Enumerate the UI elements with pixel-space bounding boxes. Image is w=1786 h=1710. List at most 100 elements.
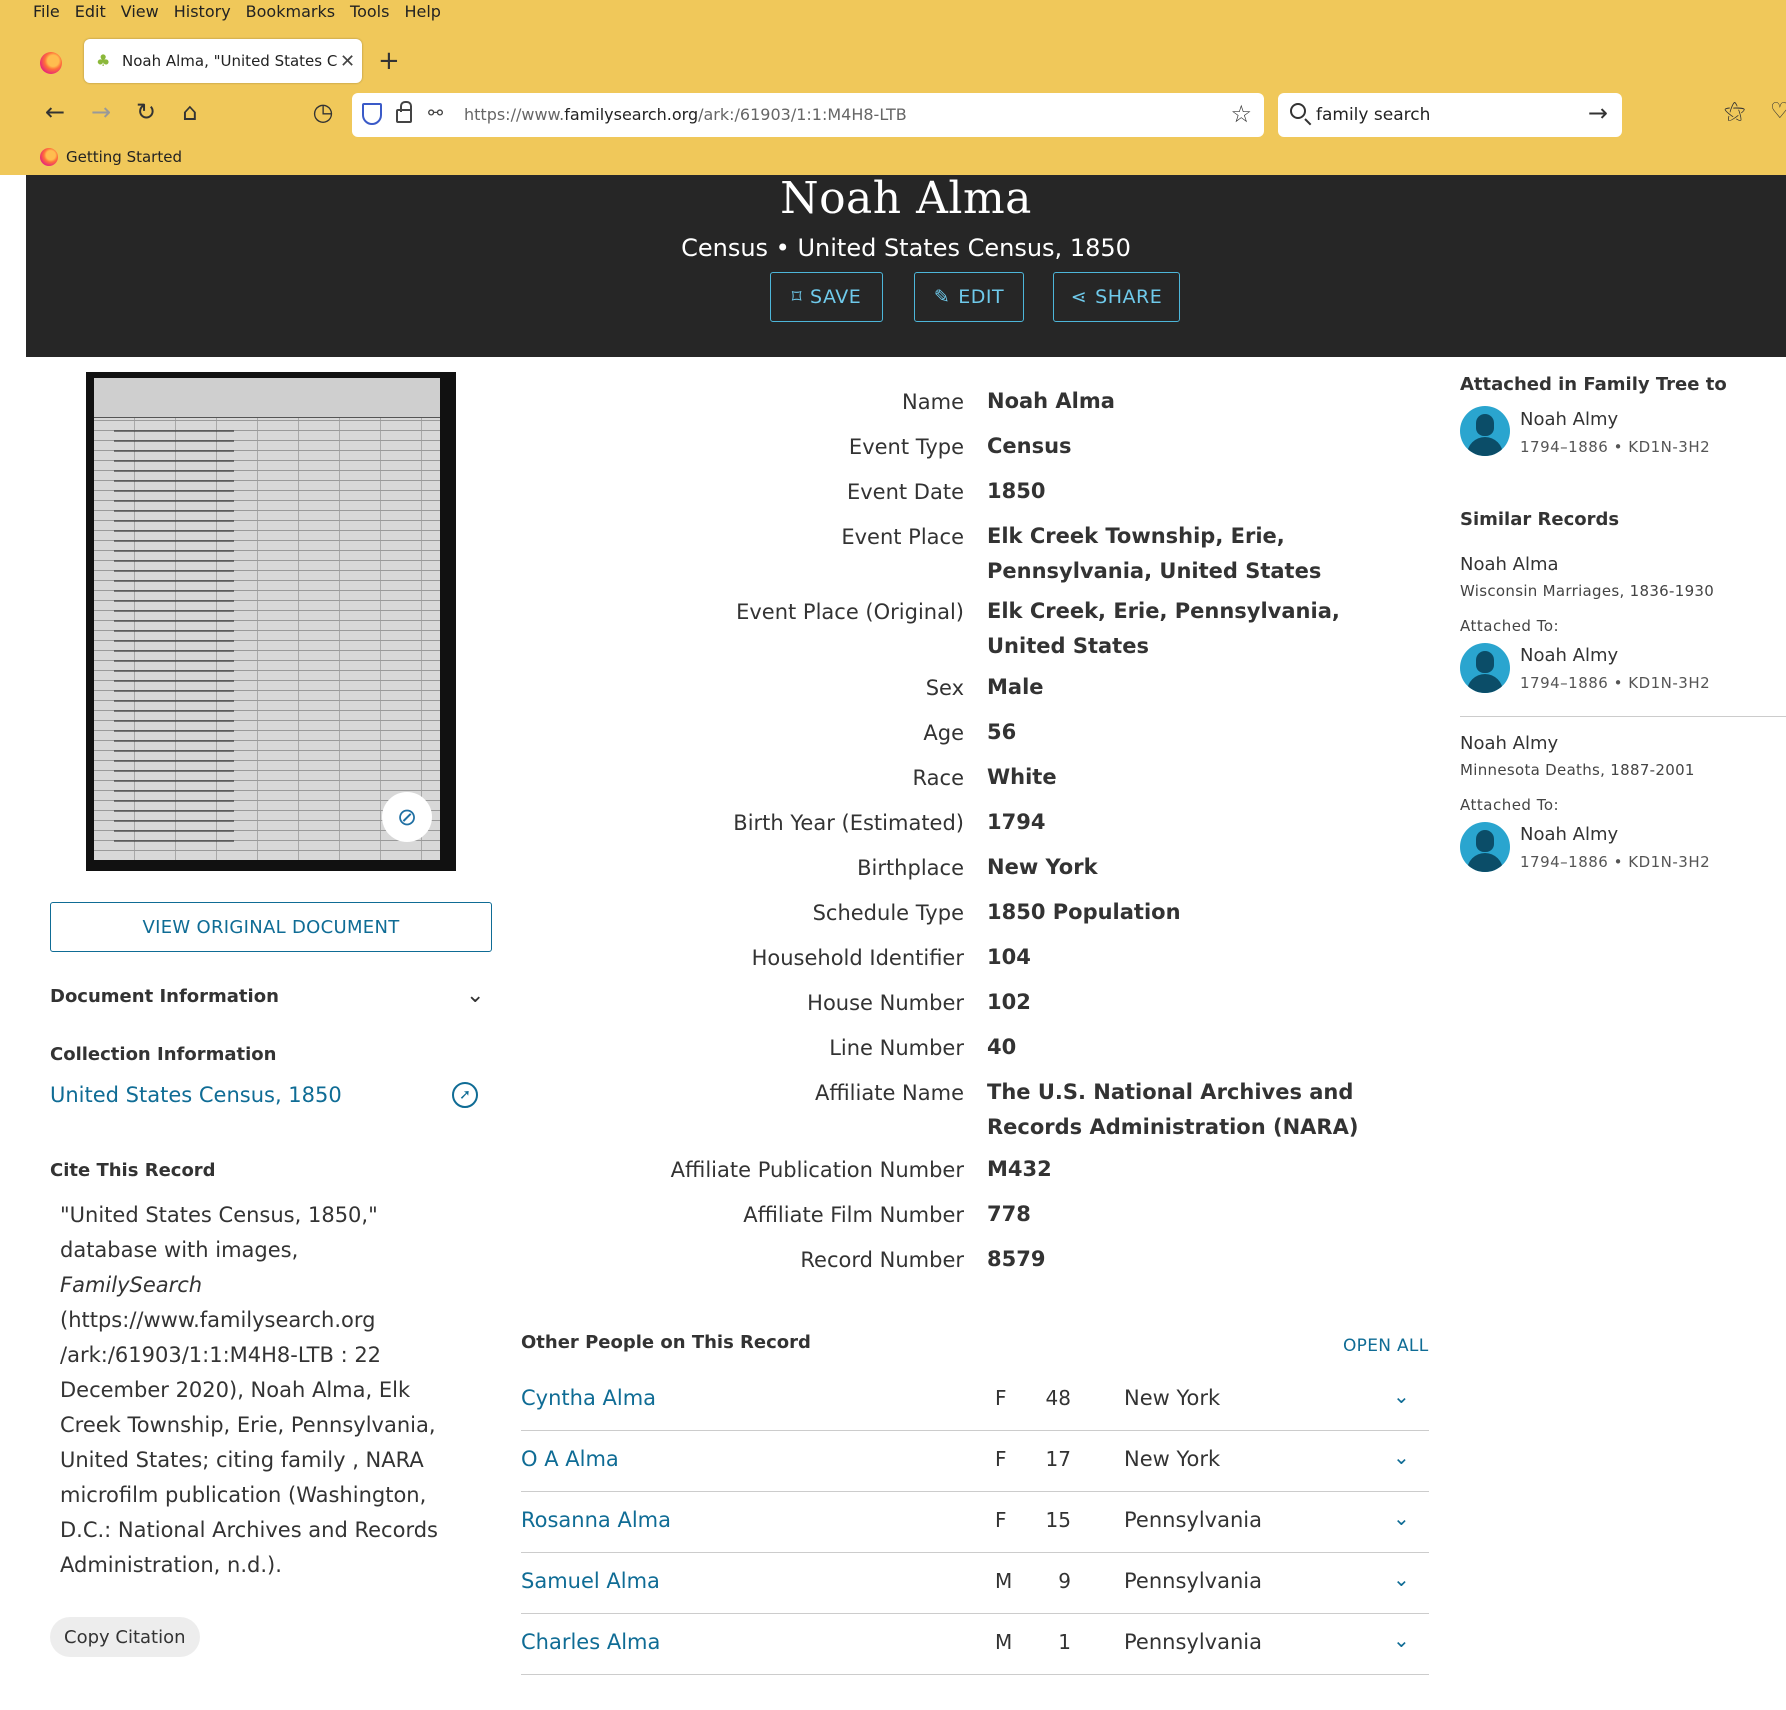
avatar-head (1476, 830, 1494, 852)
fact-label: Affiliate Name (815, 1081, 964, 1105)
person-link[interactable]: Charles Alma (521, 1630, 660, 1654)
image-restriction-icon[interactable]: ⊘ (382, 792, 432, 842)
fact-label: Event Date (846, 480, 964, 504)
attached-in-tree-heading: Attached in Family Tree to (1460, 374, 1727, 395)
person-age: 9 (1058, 1569, 1071, 1593)
new-tab-button[interactable]: + (378, 46, 400, 76)
lock-icon[interactable] (396, 101, 412, 123)
person-sex: M (995, 1569, 1013, 1593)
menu-history[interactable]: History (174, 2, 231, 24)
extensions-icon[interactable]: ⚝ (1724, 99, 1745, 124)
pocket-icon[interactable]: ♡ (1770, 99, 1786, 124)
cite-heading: Cite This Record (50, 1160, 216, 1181)
fact-label: Birth Year (Estimated) (733, 811, 964, 835)
save-button[interactable]: ⌑ SAVE (770, 272, 883, 322)
person-birthplace: Pennsylvania (1124, 1569, 1262, 1593)
citation-part-1: "United States Census, 1850," database w… (60, 1203, 378, 1262)
person-link[interactable]: Cyntha Alma (521, 1386, 656, 1410)
tracking-shield-icon[interactable] (362, 103, 382, 125)
chevron-down-icon[interactable]: ⌄ (1393, 1384, 1410, 1408)
person-avatar[interactable] (1460, 643, 1510, 693)
avatar-head (1476, 651, 1494, 673)
search-go-icon[interactable]: → (1588, 99, 1608, 127)
person-avatar[interactable] (1460, 406, 1510, 456)
home-icon[interactable]: ⌂ (175, 98, 205, 126)
chevron-down-icon[interactable]: ⌄ (1393, 1445, 1410, 1469)
person-avatar[interactable] (1460, 822, 1510, 872)
fact-value: Census (987, 434, 1072, 458)
document-information-heading[interactable]: Document Information (50, 986, 279, 1007)
open-all-button[interactable]: OPEN ALL (1343, 1336, 1428, 1356)
fact-label: Affiliate Film Number (743, 1203, 964, 1227)
fact-label: Schedule Type (812, 901, 964, 925)
compass-icon[interactable]: ➚ (452, 1082, 478, 1108)
copy-citation-button[interactable]: Copy Citation (50, 1617, 200, 1657)
back-icon[interactable]: ← (40, 98, 70, 126)
firefox-icon[interactable] (40, 52, 62, 74)
similar-record-name[interactable]: Noah Almy (1460, 733, 1558, 754)
permissions-icon[interactable]: ⚯ (428, 103, 443, 124)
person-sex: M (995, 1630, 1013, 1654)
menu-tools[interactable]: Tools (350, 2, 389, 24)
url-text: https://www.familysearch.org/ark:/61903/… (464, 105, 907, 124)
person-link[interactable]: O A Alma (521, 1447, 619, 1471)
menu-help[interactable]: Help (404, 2, 440, 24)
person-link[interactable]: Rosanna Alma (521, 1508, 671, 1532)
record-actions: ⌑ SAVE ✎ EDIT ⋖ SHARE (26, 272, 1786, 324)
active-tab[interactable]: ♣ Noah Alma, "United States Cens ✕ (84, 39, 362, 83)
person-link[interactable]: Samuel Alma (521, 1569, 660, 1593)
edit-button[interactable]: ✎ EDIT (914, 272, 1024, 322)
bookmark-star-icon[interactable]: ☆ (1230, 100, 1252, 128)
similar-record-name[interactable]: Noah Alma (1460, 554, 1559, 575)
attached-person-name[interactable]: Noah Almy (1520, 409, 1618, 430)
view-original-document-button[interactable]: VIEW ORIGINAL DOCUMENT (50, 902, 492, 952)
person-row[interactable]: Rosanna Alma F 15 Pennsylvania ⌄ (521, 1492, 1429, 1553)
person-birthplace: Pennsylvania (1124, 1508, 1262, 1532)
attached-person-meta: 1794–1886 • KD1N-3H2 (1520, 438, 1711, 456)
fact-value: Noah Alma (987, 389, 1115, 413)
other-people-heading: Other People on This Record (521, 1332, 811, 1353)
fact-value: White (987, 765, 1057, 789)
person-row[interactable]: Charles Alma M 1 Pennsylvania ⌄ (521, 1614, 1429, 1675)
bookmark-getting-started[interactable]: Getting Started (66, 148, 182, 166)
search-input[interactable]: family search (1316, 105, 1430, 125)
navigation-toolbar: ← → ↻ ⌂ ◷ ⚯ https://www.familysearch.org… (0, 92, 1786, 140)
menu-edit[interactable]: Edit (75, 2, 106, 24)
citation-italic: FamilySearch (60, 1273, 203, 1297)
chevron-down-icon[interactable]: ⌄ (1393, 1506, 1410, 1530)
fact-label: Event Type (848, 435, 964, 459)
person-birthplace: New York (1124, 1447, 1221, 1471)
fact-label: Line Number (829, 1036, 964, 1060)
menu-file[interactable]: File (33, 2, 60, 24)
share-icon: ⋖ (1070, 286, 1088, 308)
close-tab-icon[interactable]: ✕ (340, 51, 355, 72)
person-row[interactable]: Cyntha Alma F 48 New York ⌄ (521, 1370, 1429, 1431)
fact-value: Elk Creek, Erie, Pennsylvania, United St… (987, 599, 1340, 658)
fact-value: M432 (987, 1157, 1052, 1181)
collection-link[interactable]: United States Census, 1850 (50, 1083, 342, 1107)
forward-icon[interactable]: → (86, 98, 116, 126)
chevron-down-icon[interactable]: ⌄ (466, 983, 484, 1008)
person-row[interactable]: O A Alma F 17 New York ⌄ (521, 1431, 1429, 1492)
document-thumbnail[interactable]: ⊘ (86, 372, 456, 871)
reload-icon[interactable]: ↻ (131, 98, 161, 126)
chevron-down-icon[interactable]: ⌄ (1393, 1628, 1410, 1652)
similar-attached-person[interactable]: Noah Almy (1520, 645, 1618, 666)
chevron-down-icon[interactable]: ⌄ (1393, 1567, 1410, 1591)
history-clock-icon[interactable]: ◷ (308, 98, 338, 126)
citation-part-2: (https://www.familysearch.org /ark:/6190… (60, 1308, 438, 1577)
fact-value: 1850 Population (987, 900, 1181, 924)
menu-bookmarks[interactable]: Bookmarks (246, 2, 335, 24)
avatar-body (1467, 674, 1503, 693)
share-button[interactable]: ⋖ SHARE (1053, 272, 1180, 322)
similar-attached-person[interactable]: Noah Almy (1520, 824, 1618, 845)
menu-view[interactable]: View (121, 2, 159, 24)
save-label: SAVE (810, 286, 862, 308)
search-bar[interactable]: family search → (1278, 93, 1622, 137)
fact-label: Record Number (800, 1248, 964, 1272)
fact-label: Age (923, 721, 964, 745)
person-age: 48 (1045, 1386, 1071, 1410)
address-bar[interactable]: ⚯ https://www.familysearch.org/ark:/6190… (352, 93, 1264, 137)
fact-value: New York (987, 855, 1098, 879)
person-row[interactable]: Samuel Alma M 9 Pennsylvania ⌄ (521, 1553, 1429, 1614)
